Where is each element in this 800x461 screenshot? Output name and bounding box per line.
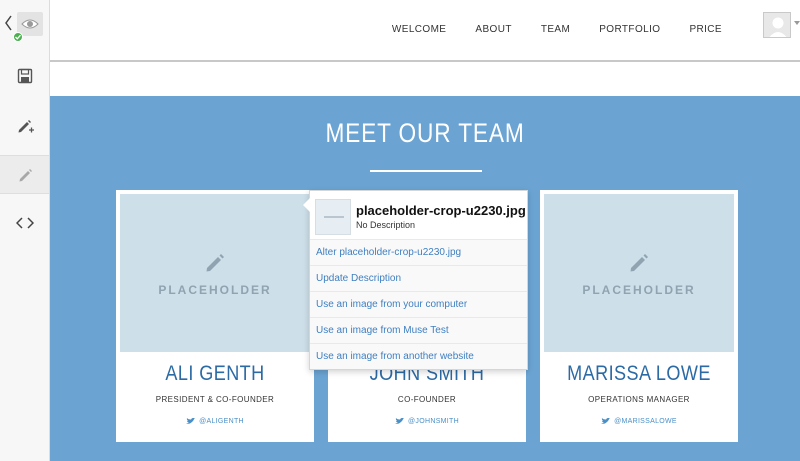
member-role: OPERATIONS MANAGER (588, 395, 690, 404)
placeholder-label: PLACEHOLDER (582, 283, 696, 297)
avatar[interactable] (763, 12, 791, 38)
user-silhouette-icon (769, 17, 787, 37)
title-divider (370, 170, 482, 172)
member-name: MARISSA LOWE (567, 362, 711, 385)
popover-header: placeholder-crop-u2230.jpg No Descriptio… (310, 191, 527, 238)
twitter-icon (186, 418, 196, 424)
member-role: CO-FOUNDER (397, 395, 457, 404)
add-edit-icon (18, 120, 34, 133)
check-badge-icon (13, 32, 23, 42)
save-button[interactable] (0, 58, 49, 94)
member-name: ALI GENTH (165, 362, 265, 385)
nav-price[interactable]: PRICE (689, 24, 722, 35)
popover-arrow (303, 198, 310, 212)
image-filename: placeholder-crop-u2230.jpg (356, 203, 526, 218)
edit-button[interactable] (0, 155, 49, 194)
nav-about[interactable]: ABOUT (475, 24, 511, 35)
twitter-handle: @MARISSALOWE (614, 418, 677, 425)
team-card: PLACEHOLDER MARISSA LOWE OPERATIONS MANA… (540, 190, 738, 442)
main-nav: WELCOME ABOUT TEAM PORTFOLIO PRICE (363, 24, 722, 35)
edit-pencil-icon (19, 168, 32, 181)
update-description-option[interactable]: Update Description (310, 265, 527, 291)
twitter-icon (601, 418, 611, 424)
section-title: MEET OUR TEAM (325, 118, 525, 148)
add-edit-button[interactable] (0, 108, 49, 144)
twitter-handle: @ALIGENTH (199, 418, 244, 425)
twitter-link[interactable]: @JOHNSMITH (328, 418, 526, 425)
nav-welcome[interactable]: WELCOME (392, 24, 446, 35)
member-role: PRESIDENT & CO-FOUNDER (155, 395, 275, 404)
preview-eye-icon (21, 19, 39, 29)
chevron-down-icon[interactable] (794, 21, 800, 25)
back-chevron-icon[interactable] (4, 14, 12, 32)
twitter-link[interactable]: @MARISSALOWE (540, 418, 738, 425)
placeholder-label: PLACEHOLDER (158, 283, 272, 297)
twitter-icon (395, 418, 405, 424)
image-options-popover: placeholder-crop-u2230.jpg No Descriptio… (303, 190, 528, 370)
nav-team[interactable]: TEAM (541, 24, 570, 35)
twitter-link[interactable]: @ALIGENTH (116, 418, 314, 425)
save-icon (17, 68, 32, 84)
image-from-website-option[interactable]: Use an image from another website (310, 343, 527, 369)
image-thumbnail (315, 199, 351, 235)
image-from-muse-test-option[interactable]: Use an image from Muse Test (310, 317, 527, 343)
preview-group (0, 0, 49, 58)
code-button[interactable] (0, 205, 49, 241)
twitter-handle: @JOHNSMITH (408, 418, 459, 425)
image-thumbnail-icon (324, 216, 344, 218)
code-icon (15, 217, 34, 229)
alter-image-option[interactable]: Alter placeholder-crop-u2230.jpg (310, 239, 527, 265)
member-photo-placeholder[interactable]: PLACEHOLDER (120, 194, 310, 352)
pencil-icon (630, 254, 648, 272)
upload-from-computer-option[interactable]: Use an image from your computer (310, 291, 527, 317)
image-description: No Description (356, 220, 416, 230)
site-header: WELCOME ABOUT TEAM PORTFOLIO PRICE (50, 0, 800, 62)
pencil-icon (206, 254, 224, 272)
member-photo-placeholder[interactable]: PLACEHOLDER (544, 194, 734, 352)
nav-portfolio[interactable]: PORTFOLIO (599, 24, 660, 35)
editor-toolbar (0, 0, 50, 461)
team-card: PLACEHOLDER ALI GENTH PRESIDENT & CO-FOU… (116, 190, 314, 442)
